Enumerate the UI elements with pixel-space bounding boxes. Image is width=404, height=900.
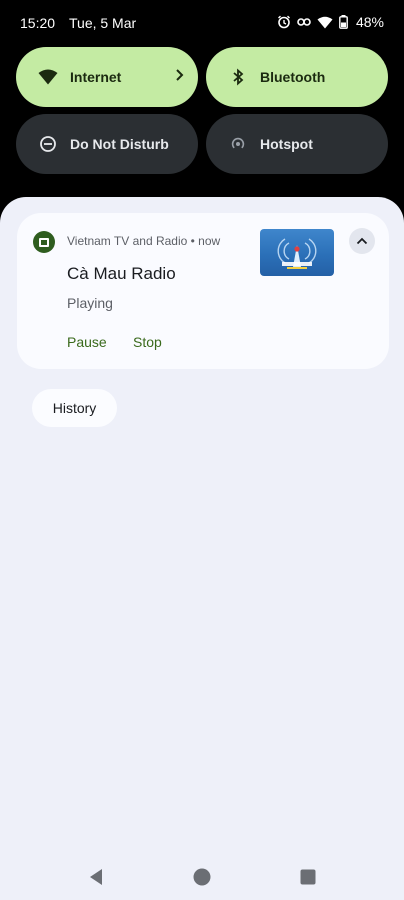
tile-internet[interactable]: Internet: [16, 47, 198, 107]
tile-bluetooth[interactable]: Bluetooth: [206, 47, 388, 107]
notification-header: Vietnam TV and Radio • now: [67, 234, 221, 248]
notification-status: Playing: [67, 295, 113, 311]
link-icon: [297, 16, 311, 28]
do-not-disturb-icon: [38, 134, 58, 154]
radio-artwork: [260, 229, 334, 276]
wifi-icon: [38, 67, 58, 87]
battery-percent: 48%: [355, 14, 384, 30]
navigation-bar: [0, 856, 404, 900]
hotspot-icon: [228, 134, 248, 154]
chevron-right-icon: [174, 67, 184, 86]
battery-icon: [339, 15, 348, 29]
tile-label: Bluetooth: [260, 69, 326, 85]
alarm-icon: [277, 15, 291, 29]
history-button[interactable]: History: [32, 389, 117, 427]
app-icon: [33, 231, 55, 253]
tile-do-not-disturb[interactable]: Do Not Disturb: [16, 114, 198, 174]
chevron-up-icon: [356, 237, 368, 245]
pause-button[interactable]: Pause: [67, 334, 107, 350]
home-icon[interactable]: [193, 868, 211, 891]
tile-label: Do Not Disturb: [70, 136, 169, 152]
notification-title: Cà Mau Radio: [67, 264, 176, 283]
tile-label: Hotspot: [260, 136, 313, 152]
status-icons: 48%: [277, 14, 384, 30]
status-time: 15:20: [20, 15, 56, 31]
collapse-button[interactable]: [349, 228, 375, 254]
tile-label: Internet: [70, 69, 122, 85]
notification-shade: Vietnam TV and Radio • now Cà Mau Radio …: [0, 197, 404, 900]
tile-hotspot[interactable]: Hotspot: [206, 114, 388, 174]
stop-button[interactable]: Stop: [133, 334, 162, 350]
status-bar: 15:20 Tue, 5 Mar 48%: [0, 0, 404, 46]
status-date: Tue, 5 Mar: [69, 15, 137, 31]
wifi-icon: [317, 16, 333, 29]
back-icon[interactable]: [88, 868, 104, 891]
bluetooth-icon: [228, 67, 248, 87]
recents-icon[interactable]: [300, 869, 316, 890]
media-notification[interactable]: Vietnam TV and Radio • now Cà Mau Radio …: [17, 213, 389, 369]
